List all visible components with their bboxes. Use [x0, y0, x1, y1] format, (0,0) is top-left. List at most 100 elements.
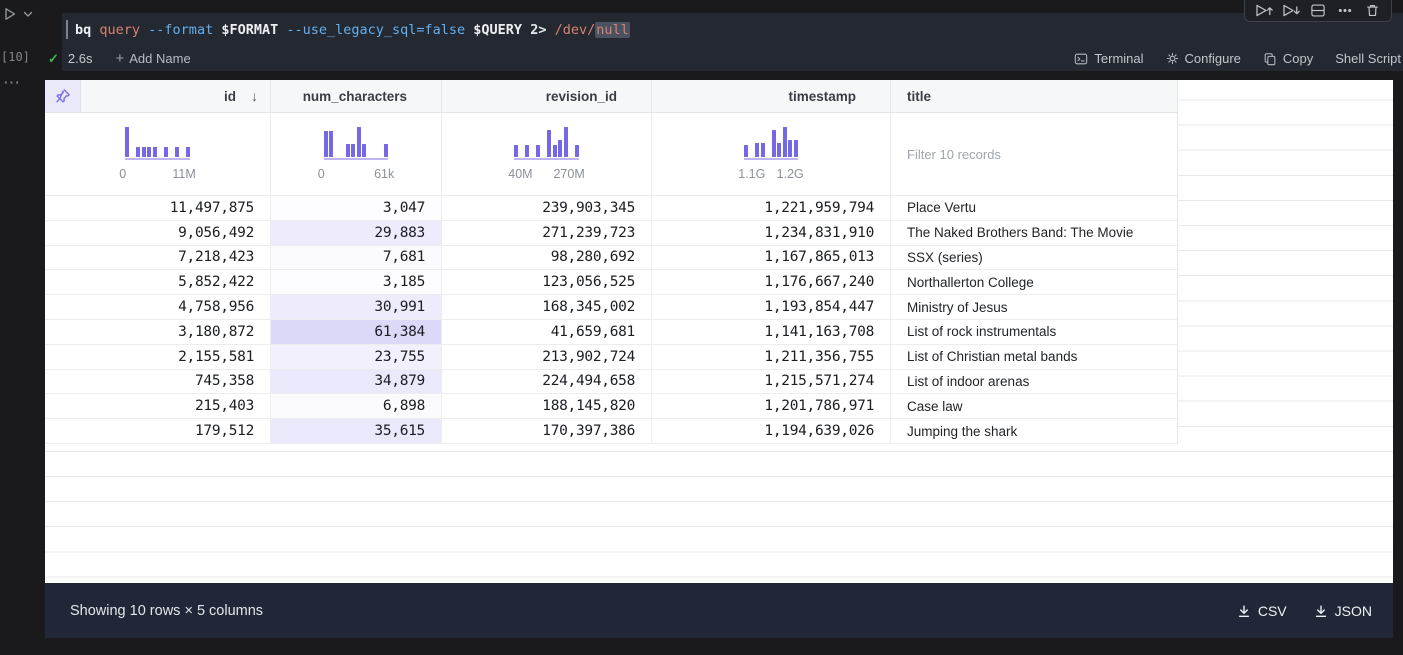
- histogram-bar: [136, 147, 141, 157]
- histogram-bar: [793, 140, 798, 157]
- histogram-bar: [147, 147, 152, 157]
- histogram-revision_id[interactable]: 40M 270M: [508, 127, 585, 181]
- add-name-button[interactable]: + Add Name: [115, 51, 190, 66]
- split-cell-button[interactable]: [1306, 0, 1330, 18]
- table-row: 2,155,581 23,755 213,902,724 1,211,356,755 L…: [45, 344, 1177, 370]
- cell-id: 179,512: [45, 419, 271, 443]
- table-body: 11,497,875 3,047 239,903,345 1,221,959,794 P…: [45, 196, 1177, 444]
- cell-revision_id: 271,239,723: [442, 220, 652, 245]
- cell-num_characters: 3,185: [271, 270, 442, 295]
- cell-title: Place Vertu: [907, 200, 977, 216]
- cell-title: List of rock instrumentals: [907, 324, 1057, 340]
- code-token: query: [99, 21, 149, 38]
- cell-num_characters: 35,615: [271, 419, 442, 443]
- histogram-bar: [141, 147, 146, 157]
- table-row: 11,497,875 3,047 239,903,345 1,221,959,794 P…: [45, 196, 1177, 221]
- cell-timestamp: 1,167,865,013: [652, 245, 891, 270]
- summary-cell-revision_id: 40M 270M: [442, 113, 652, 195]
- histogram-axis: [125, 158, 190, 160]
- cell-title: Northallerton College: [907, 274, 1034, 290]
- cell-id: 5,852,422: [45, 270, 271, 295]
- command-line[interactable]: bq query --format $FORMAT --use_legacy_s…: [62, 13, 1403, 46]
- command-tokens: bq query --format $FORMAT --use_legacy_s…: [75, 21, 630, 38]
- terminal-button[interactable]: Terminal: [1074, 51, 1144, 66]
- cell-title: The Naked Brothers Band: The Movie: [907, 225, 1134, 241]
- cell-meta-row: ✓ 2.6s + Add Name Terminal Configure Copy S…: [48, 46, 1403, 71]
- copy-icon: [1263, 52, 1277, 66]
- delete-cell-button[interactable]: [1360, 0, 1384, 18]
- cell-timestamp: 1,211,356,755: [652, 344, 891, 369]
- cell-timestamp: 1,194,639,026: [652, 419, 891, 443]
- histogram-bar: [782, 127, 787, 157]
- column-header-title[interactable]: title: [891, 80, 1177, 112]
- cell-timestamp: 1,141,163,708: [652, 319, 891, 344]
- histogram-timestamp[interactable]: 1.1G 1.2G: [738, 127, 804, 181]
- column-header-num_characters[interactable]: num_characters: [271, 80, 442, 112]
- cell-more-menu[interactable]: ⋯: [3, 74, 21, 91]
- column-header-revision_id[interactable]: revision_id: [442, 80, 652, 112]
- download-icon: [1237, 604, 1251, 618]
- histogram-bar: [329, 131, 334, 157]
- more-options-button[interactable]: [1333, 0, 1357, 18]
- histogram-axis: [323, 158, 389, 160]
- play-icon[interactable]: [4, 7, 17, 21]
- configure-button[interactable]: Configure: [1166, 51, 1241, 66]
- histogram-bar: [152, 147, 157, 157]
- histogram-bar: [174, 147, 179, 157]
- histogram-bar: [323, 131, 328, 157]
- column-header-timestamp[interactable]: timestamp: [652, 80, 891, 112]
- histogram-num_characters[interactable]: 0 61k: [318, 127, 394, 181]
- histogram-bars: [744, 127, 798, 157]
- table-row: 215,403 6,898 188,145,820 1,201,786,971 Case…: [45, 394, 1177, 420]
- table-footer: Showing 10 rows × 5 columns CSV JSON: [45, 583, 1393, 638]
- cell-timestamp: 1,221,959,794: [652, 196, 891, 220]
- histogram-bar: [788, 140, 793, 157]
- copy-button[interactable]: Copy: [1263, 51, 1313, 66]
- histogram-bar: [547, 130, 552, 157]
- trash-icon: [1365, 3, 1380, 18]
- histogram-bar: [514, 145, 519, 157]
- shell-script-button[interactable]: Shell Script: [1335, 51, 1401, 66]
- histogram-bars: [125, 127, 190, 157]
- histogram-bar: [351, 144, 356, 157]
- plus-icon: +: [115, 50, 125, 67]
- cell-id: 215,403: [45, 394, 271, 419]
- histogram-bar: [345, 144, 350, 157]
- cell-title: List of Christian metal bands: [907, 349, 1078, 365]
- download-csv-button[interactable]: CSV: [1237, 603, 1287, 619]
- title-filter-input[interactable]: [907, 146, 1161, 162]
- run-all-above-button[interactable]: [1252, 0, 1276, 18]
- histogram-bar: [558, 140, 563, 157]
- summary-cell-timestamp: 1.1G 1.2G: [652, 113, 891, 195]
- histogram-id[interactable]: 0 11M: [119, 127, 196, 181]
- chevron-down-icon[interactable]: [23, 11, 33, 18]
- table-row: 4,758,956 30,991 168,345,002 1,193,854,447 M…: [45, 295, 1177, 320]
- cell-title: SSX (series): [907, 249, 983, 265]
- column-header-id[interactable]: id ↓: [81, 80, 271, 112]
- cell-revision_id: 213,902,724: [442, 344, 652, 369]
- histogram-bar: [574, 145, 579, 157]
- cell-id: 9,056,492: [45, 220, 271, 245]
- cell-revision_id: 170,397,386: [442, 419, 652, 443]
- histogram-bar: [755, 143, 760, 157]
- cell-id: 7,218,423: [45, 245, 271, 270]
- code-token: --use_legacy_sql=false: [286, 21, 474, 38]
- cell-revision_id: 123,056,525: [442, 270, 652, 295]
- cell-id: 745,358: [45, 369, 271, 394]
- cell-title: List of indoor arenas: [907, 373, 1030, 389]
- table-header-row: id ↓ num_characters revision_id timestamp tit…: [45, 80, 1177, 113]
- pin-columns-button[interactable]: [45, 80, 81, 112]
- split-icon: [1310, 3, 1326, 18]
- cell-timestamp: 1,215,571,274: [652, 369, 891, 394]
- run-all-below-button[interactable]: [1279, 0, 1303, 18]
- cell-revision_id: 98,280,692: [442, 245, 652, 270]
- table-row: 745,358 34,879 224,494,658 1,215,571,274 Lis…: [45, 369, 1177, 395]
- command-cell: bq query --format $FORMAT --use_legacy_s…: [48, 13, 1403, 71]
- download-json-button[interactable]: JSON: [1314, 603, 1372, 619]
- code-token: null: [595, 21, 630, 38]
- code-token: /dev/: [554, 21, 596, 38]
- run-cell-button[interactable]: [4, 7, 33, 21]
- table-row: 179,512 35,615 170,397,386 1,194,639,026 Jum…: [45, 419, 1177, 444]
- histogram-axis: [744, 158, 798, 160]
- cell-num_characters: 23,755: [271, 344, 442, 369]
